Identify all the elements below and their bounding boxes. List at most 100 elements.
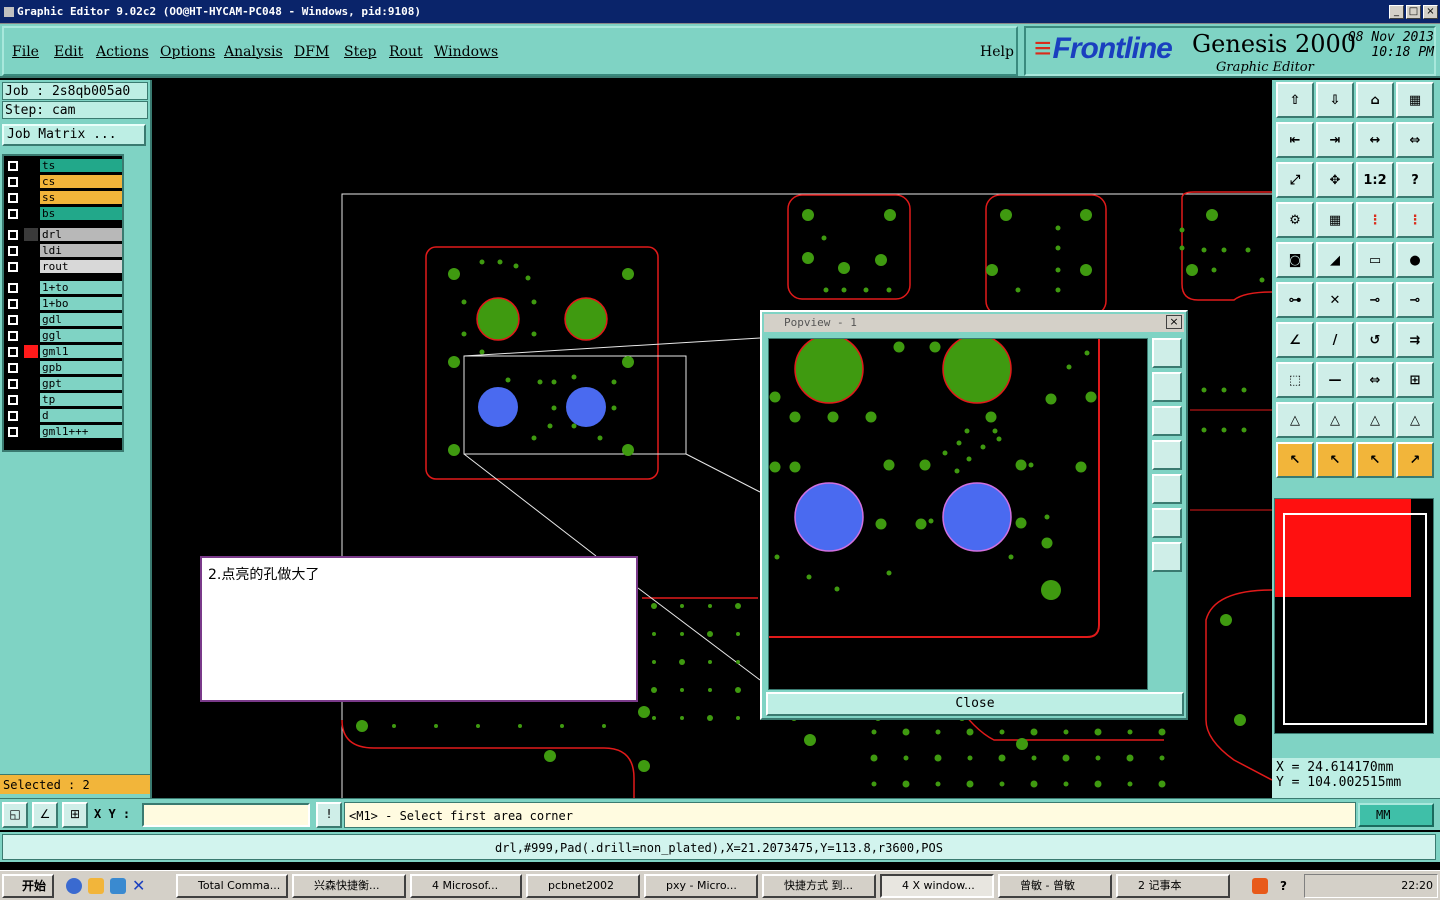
layer-checkbox[interactable]: [8, 379, 18, 389]
small-pad[interactable]: [1201, 247, 1207, 253]
group-icon[interactable]: ⊞: [1396, 362, 1434, 398]
layer-name[interactable]: gdl: [40, 313, 122, 326]
menu-step[interactable]: Step: [344, 44, 376, 60]
center-icon[interactable]: ✥: [1316, 162, 1354, 198]
via[interactable]: [1126, 754, 1134, 762]
small-pad[interactable]: [547, 423, 553, 429]
pad[interactable]: [929, 341, 941, 353]
pad[interactable]: [1186, 264, 1198, 276]
pad[interactable]: [622, 268, 634, 280]
pad[interactable]: [448, 268, 460, 280]
tri-2-icon[interactable]: △: [1316, 402, 1354, 438]
small-pad[interactable]: [513, 263, 519, 269]
pad[interactable]: [638, 760, 650, 772]
pad[interactable]: [883, 459, 895, 471]
layer-a-icon[interactable]: ⋮: [1356, 202, 1394, 238]
menu-edit[interactable]: Edit: [54, 44, 83, 60]
line-icon[interactable]: /: [1316, 322, 1354, 358]
small-pad[interactable]: [1221, 247, 1227, 253]
pad[interactable]: [1080, 209, 1092, 221]
via[interactable]: [1030, 728, 1038, 736]
via[interactable]: [434, 724, 438, 728]
via[interactable]: [736, 716, 740, 720]
task-pcbnet[interactable]: pcbnet2002: [526, 874, 640, 898]
via[interactable]: [708, 688, 712, 692]
layer-checkbox[interactable]: [8, 209, 18, 219]
pad[interactable]: [875, 254, 887, 266]
home-icon[interactable]: ⌂: [1356, 82, 1394, 118]
small-pad[interactable]: [497, 259, 503, 265]
area-icon[interactable]: ⬚: [1276, 362, 1314, 398]
small-pad[interactable]: [928, 518, 934, 524]
via[interactable]: [1201, 427, 1207, 433]
popview-pan-right-button[interactable]: [1152, 474, 1182, 504]
popview-close-button[interactable]: Close: [766, 692, 1184, 716]
pad[interactable]: [1041, 580, 1061, 600]
small-pad[interactable]: [479, 349, 485, 355]
pad[interactable]: [1234, 714, 1246, 726]
small-pad[interactable]: [1008, 554, 1014, 560]
layer-row-d[interactable]: d: [4, 408, 122, 422]
x-window-icon[interactable]: ✕: [132, 878, 148, 894]
menu-file[interactable]: File: [12, 44, 39, 60]
small-pad[interactable]: [551, 405, 557, 411]
menu-analysis[interactable]: Analysis: [224, 44, 283, 60]
via[interactable]: [1030, 780, 1038, 788]
via[interactable]: [736, 660, 740, 664]
layer-name[interactable]: d: [40, 409, 122, 422]
popview-pan-down-button[interactable]: [1152, 406, 1182, 436]
layer-row-ggl[interactable]: ggl: [4, 328, 122, 342]
drill-pad[interactable]: [794, 339, 864, 404]
layer-name[interactable]: ggl: [40, 329, 122, 342]
small-pad[interactable]: [964, 428, 970, 434]
via[interactable]: [998, 754, 1006, 762]
via[interactable]: [680, 688, 684, 692]
zoom-down-icon[interactable]: ⇩: [1316, 82, 1354, 118]
layer-row-gml1[interactable]: gml1+++: [4, 424, 122, 438]
pad[interactable]: [1015, 517, 1027, 529]
via[interactable]: [680, 632, 684, 636]
small-pad[interactable]: [1055, 287, 1061, 293]
layer-name[interactable]: ldi: [40, 244, 122, 257]
pad[interactable]: [884, 209, 896, 221]
layer-name[interactable]: gpb: [40, 361, 122, 374]
layer-name[interactable]: cs: [40, 175, 122, 188]
via[interactable]: [652, 660, 656, 664]
layer-name[interactable]: 1+to: [40, 281, 122, 294]
minimize-button[interactable]: _: [1389, 5, 1404, 19]
small-pad[interactable]: [461, 299, 467, 305]
via[interactable]: [1241, 387, 1247, 393]
layer-checkbox[interactable]: [8, 230, 18, 240]
start-button[interactable]: 开始: [2, 874, 54, 898]
layer-affected-marker[interactable]: [24, 313, 38, 326]
layer-affected-marker[interactable]: [24, 329, 38, 342]
via[interactable]: [967, 755, 973, 761]
layer-row-bs[interactable]: bs: [4, 206, 122, 220]
pad[interactable]: [1075, 461, 1087, 473]
via[interactable]: [652, 716, 656, 720]
fill-icon[interactable]: ◙: [1276, 242, 1314, 278]
pad[interactable]: [838, 262, 850, 274]
link-icon[interactable]: ⊸: [1356, 282, 1394, 318]
via[interactable]: [966, 780, 974, 788]
folder-icon[interactable]: [88, 878, 104, 894]
pad[interactable]: [622, 444, 634, 456]
fit-icon[interactable]: ⤢: [1276, 162, 1314, 198]
small-pad[interactable]: [886, 570, 892, 576]
pad[interactable]: [622, 356, 634, 368]
pad[interactable]: [802, 252, 814, 264]
small-pad[interactable]: [1028, 462, 1034, 468]
small-pad[interactable]: [996, 436, 1002, 442]
via[interactable]: [902, 728, 910, 736]
small-pad[interactable]: [537, 379, 543, 385]
task-microsoft[interactable]: 4 Microsof...: [410, 874, 522, 898]
via[interactable]: [999, 729, 1005, 735]
layer-checkbox[interactable]: [8, 262, 18, 272]
popview-canvas[interactable]: [768, 338, 1148, 690]
highlighted-drill-pad[interactable]: [794, 482, 864, 552]
via[interactable]: [651, 687, 657, 693]
dash-icon[interactable]: —: [1316, 362, 1354, 398]
layer-name[interactable]: 1+bo: [40, 297, 122, 310]
via[interactable]: [1062, 754, 1070, 762]
via[interactable]: [1159, 755, 1165, 761]
